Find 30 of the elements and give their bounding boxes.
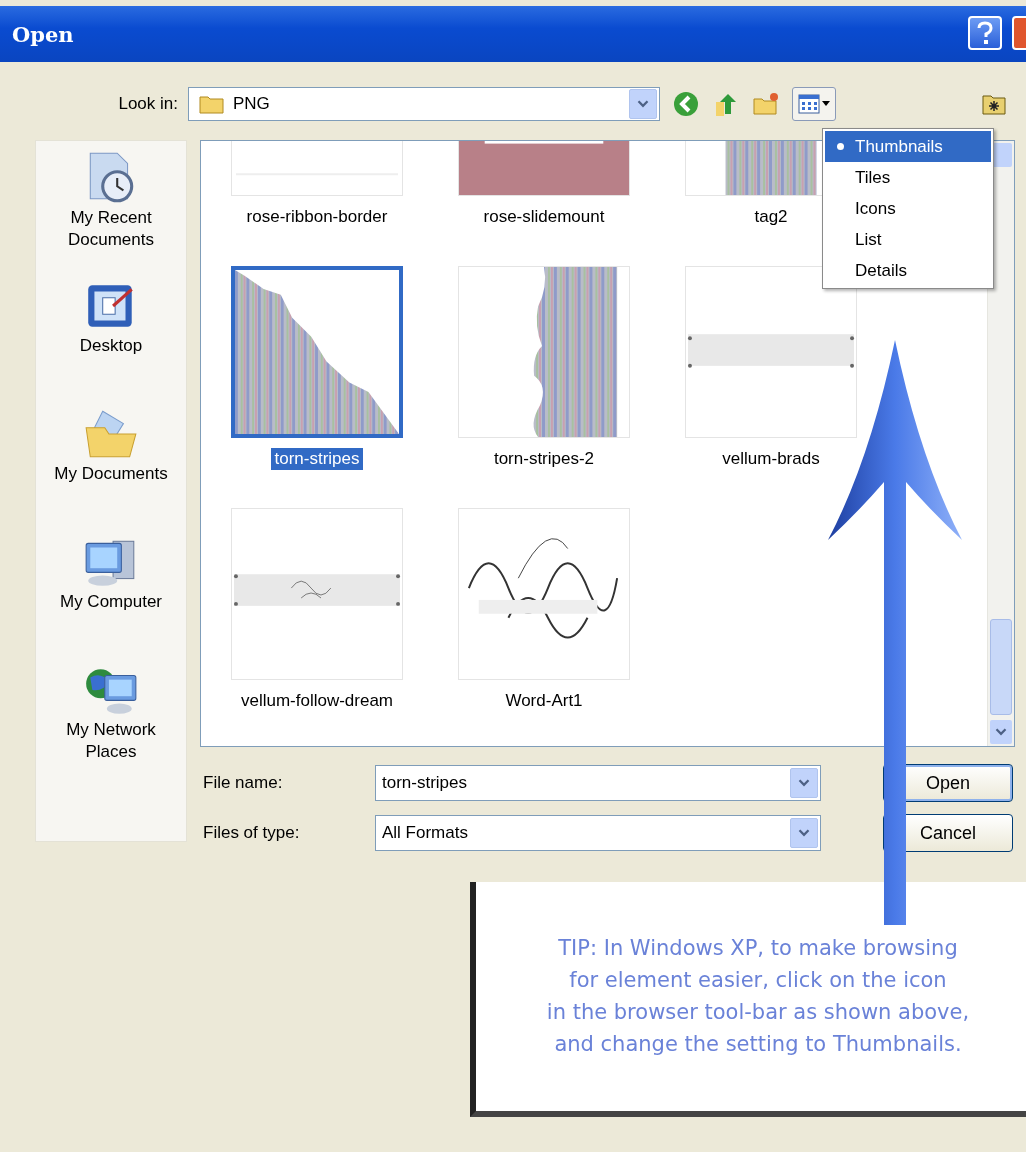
scrollbar[interactable]: [987, 141, 1014, 746]
scrollbar-thumb[interactable]: [990, 619, 1012, 715]
places-item[interactable]: My Documents: [54, 405, 168, 533]
caret-icon: [822, 101, 830, 107]
file-name-field[interactable]: torn-stripes: [375, 765, 821, 801]
dropdown-button[interactable]: [629, 89, 657, 119]
tip-text: TIP: In Windows XP, to make browsing for element easier, click on the icon in the browser tool-bar as shown above, and change the setting to Thumbnails.: [546, 935, 970, 1058]
file-name-label: File name:: [202, 773, 284, 793]
places-item[interactable]: My Recent Documents: [47, 149, 175, 277]
help-button[interactable]: [968, 16, 1002, 50]
window-title: Open: [12, 21, 74, 47]
view-menu-item[interactable]: List: [825, 224, 991, 255]
grid-view-icon: [798, 94, 820, 114]
view-menu-item[interactable]: Details: [825, 255, 991, 286]
view-menu-button[interactable]: [792, 87, 836, 121]
places-item[interactable]: My Computer: [60, 533, 162, 661]
view-menu-item[interactable]: Icons: [825, 193, 991, 224]
back-icon[interactable]: [672, 90, 700, 118]
places-item[interactable]: My Network Places: [47, 661, 175, 789]
folder-icon: [199, 94, 225, 114]
new-folder-icon[interactable]: [752, 90, 780, 118]
scroll-down-button[interactable]: [990, 720, 1012, 744]
look-in-dropdown[interactable]: PNG: [188, 87, 660, 121]
places-item[interactable]: Desktop: [79, 277, 143, 405]
view-menu-item[interactable]: Thumbnails: [825, 131, 991, 162]
look-in-label: Look in:: [117, 94, 179, 114]
question-mark-icon: [976, 21, 994, 45]
file-type-dropdown[interactable]: All Formats: [375, 815, 821, 851]
file-type-label: Files of type:: [202, 823, 301, 843]
view-menu-item[interactable]: Tiles: [825, 162, 991, 193]
